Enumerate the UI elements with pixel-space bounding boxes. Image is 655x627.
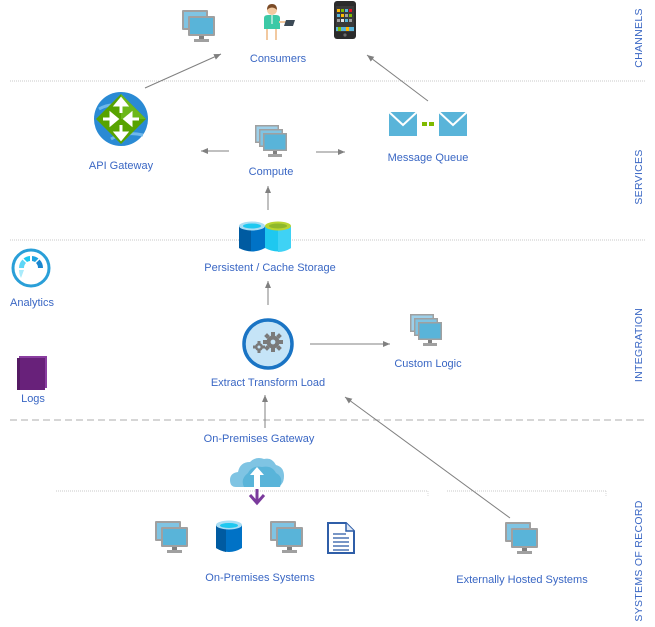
message-queue-label: Message Queue bbox=[387, 152, 469, 164]
database-icon bbox=[216, 520, 242, 552]
compute-label: Compute bbox=[248, 166, 294, 178]
cloud-upload-download-icon bbox=[230, 458, 284, 506]
book-icon bbox=[17, 356, 47, 390]
server-stack-icon bbox=[410, 314, 442, 346]
message-queue-icon bbox=[388, 111, 468, 136]
layer-label-integration: INTEGRATION bbox=[633, 307, 645, 383]
layer-label-systems-of-record: SYSTEMS OF RECORD bbox=[633, 500, 645, 622]
desktop-monitor-icon bbox=[505, 522, 538, 554]
onprem-systems-label: On-Premises Systems bbox=[205, 572, 315, 584]
arrow-external-to-etl bbox=[344, 396, 511, 519]
smartphone-icon bbox=[334, 1, 356, 39]
desktop-monitor-icon bbox=[182, 10, 215, 42]
person-with-tablet-icon bbox=[264, 4, 295, 40]
desktop-monitor-icon bbox=[155, 521, 188, 553]
api-gateway-label: API Gateway bbox=[88, 160, 154, 172]
external-systems-label: Externally Hosted Systems bbox=[456, 574, 588, 586]
api-gateway-icon bbox=[94, 92, 148, 146]
consumers-label: Consumers bbox=[249, 53, 307, 65]
layer-label-services: SERVICES bbox=[633, 149, 645, 205]
analytics-label: Analytics bbox=[9, 297, 55, 309]
arrow-message-queue-to-consumers bbox=[366, 54, 429, 102]
database-pair-icon bbox=[239, 221, 291, 252]
document-icon bbox=[327, 522, 355, 554]
desktop-monitor-icon bbox=[270, 521, 303, 553]
layer-label-channels: CHANNELS bbox=[633, 8, 645, 68]
custom-logic-label: Custom Logic bbox=[394, 358, 462, 370]
arrow-api-gateway-to-consumers bbox=[144, 53, 222, 89]
storage-label: Persistent / Cache Storage bbox=[204, 262, 336, 274]
etl-label: Extract Transform Load bbox=[210, 377, 326, 389]
onprem-gateway-label: On-Premises Gateway bbox=[203, 433, 315, 445]
gears-icon bbox=[242, 318, 294, 370]
logs-label: Logs bbox=[21, 393, 45, 405]
server-stack-icon bbox=[255, 125, 287, 157]
gauge-icon bbox=[11, 248, 51, 288]
